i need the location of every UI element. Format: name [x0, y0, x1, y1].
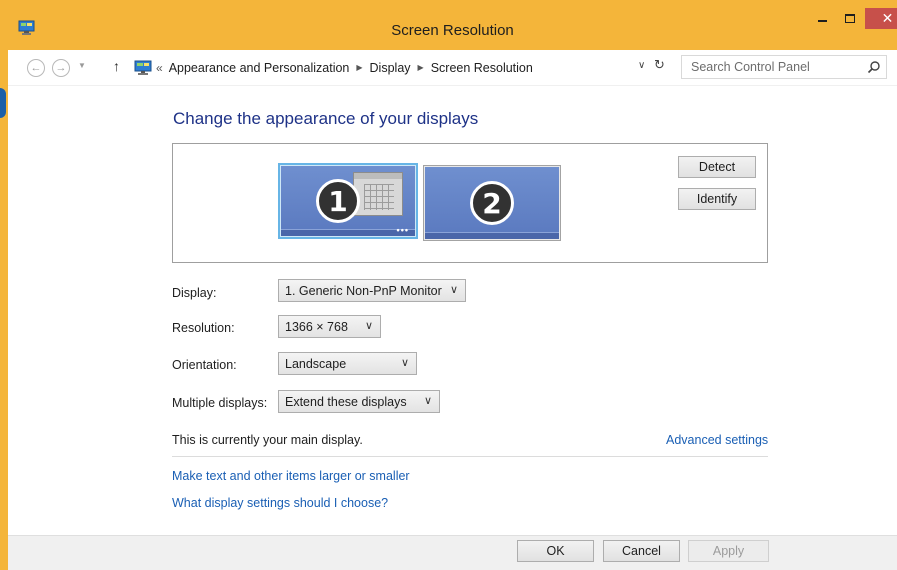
search-icon[interactable]: [867, 60, 881, 74]
search-box[interactable]: [681, 55, 887, 79]
monitor-1-number: 1: [316, 179, 360, 223]
back-button[interactable]: ←: [27, 59, 45, 77]
cancel-button[interactable]: Cancel: [603, 540, 680, 562]
ok-button[interactable]: OK: [517, 540, 594, 562]
search-input[interactable]: [682, 56, 852, 78]
page-title: Change the appearance of your displays: [173, 109, 479, 128]
monitor-2-number: 2: [470, 181, 514, 225]
close-icon: ✕: [881, 10, 894, 26]
text-size-link[interactable]: Make text and other items larger or smal…: [172, 469, 410, 483]
dialog-footer: OK Cancel Apply: [8, 535, 897, 570]
refresh-icon[interactable]: ↻: [654, 57, 665, 73]
more-options-icon: •••: [396, 225, 409, 235]
breadcrumb-screen-resolution[interactable]: Screen Resolution: [431, 61, 533, 75]
navigation-bar: ← → ▼ ↑ « Appearance and Personalization…: [8, 50, 897, 86]
main-display-note: This is currently your main display.: [172, 433, 363, 447]
window-frame-left: [0, 0, 8, 570]
multiple-displays-select-value: Extend these displays: [285, 394, 407, 409]
back-arrow-icon: ←: [30, 62, 42, 74]
address-bar[interactable]: « Appearance and Personalization ▶ Displ…: [134, 56, 674, 79]
resolution-select[interactable]: 1366 × 768 ∨: [278, 315, 381, 338]
display-label: Display:: [172, 286, 217, 300]
breadcrumb-separator-icon[interactable]: ▶: [418, 63, 424, 72]
up-arrow-icon: ↑: [113, 58, 120, 74]
forward-button[interactable]: →: [52, 59, 70, 77]
resolution-label: Resolution:: [172, 321, 235, 335]
desktop-background-edge: [0, 88, 6, 118]
monitor-1-screen: 1 •••: [281, 166, 415, 236]
display-icon: [134, 60, 152, 75]
window-frame-top: [0, 0, 897, 8]
chevron-down-icon: ∨: [423, 395, 432, 407]
chevron-down-icon: ▼: [78, 61, 86, 70]
multiple-displays-label: Multiple displays:: [172, 396, 268, 410]
title-bar[interactable]: Screen Resolution ✕: [8, 8, 897, 50]
display-arrangement-panel: 1 ••• 2 Detect Identify: [172, 143, 768, 263]
window-title: Screen Resolution: [391, 22, 514, 39]
monitor-1-taskbar: [281, 229, 415, 236]
apply-button: Apply: [688, 540, 769, 562]
orientation-select-value: Landscape: [285, 356, 347, 371]
monitor-2-screen: 2: [425, 167, 559, 239]
chevron-down-icon: ∨: [449, 284, 458, 296]
breadcrumb-appearance[interactable]: Appearance and Personalization: [169, 61, 350, 75]
forward-arrow-icon: →: [55, 62, 67, 74]
monitor-2-tile[interactable]: 2: [423, 165, 561, 241]
maximize-icon: [845, 14, 855, 23]
breadcrumb-separator-icon[interactable]: ▶: [356, 63, 362, 72]
advanced-settings-link[interactable]: Advanced settings: [666, 433, 768, 447]
breadcrumb-display[interactable]: Display: [370, 61, 411, 75]
orientation-label: Orientation:: [172, 358, 237, 372]
display-select[interactable]: 1. Generic Non-PnP Monitor ∨: [278, 279, 466, 302]
minimize-button[interactable]: [808, 8, 836, 29]
resolution-select-value: 1366 × 768: [285, 319, 348, 334]
chevron-down-icon: ∨: [364, 320, 373, 332]
chevron-down-icon: ∨: [400, 357, 409, 369]
monitor-1-tile[interactable]: 1 •••: [278, 163, 418, 239]
up-button[interactable]: ↑: [113, 58, 120, 74]
orientation-select[interactable]: Landscape ∨: [278, 352, 417, 375]
overflow-chevron-icon[interactable]: «: [156, 61, 163, 75]
detect-button[interactable]: Detect: [678, 156, 756, 178]
identify-button[interactable]: Identify: [678, 188, 756, 210]
close-button[interactable]: ✕: [865, 8, 897, 29]
minimize-icon: [817, 19, 827, 22]
maximize-button[interactable]: [837, 8, 863, 29]
monitor-2-taskbar: [425, 232, 559, 239]
recent-locations-button[interactable]: ▼: [78, 61, 86, 70]
multiple-displays-select[interactable]: Extend these displays ∨: [278, 390, 440, 413]
display-select-value: 1. Generic Non-PnP Monitor: [285, 283, 442, 298]
desktop-window-thumbnail: [353, 172, 403, 216]
display-settings-help-link[interactable]: What display settings should I choose?: [172, 496, 388, 510]
address-history-dropdown[interactable]: ∨: [638, 60, 645, 71]
section-divider: [172, 456, 768, 457]
